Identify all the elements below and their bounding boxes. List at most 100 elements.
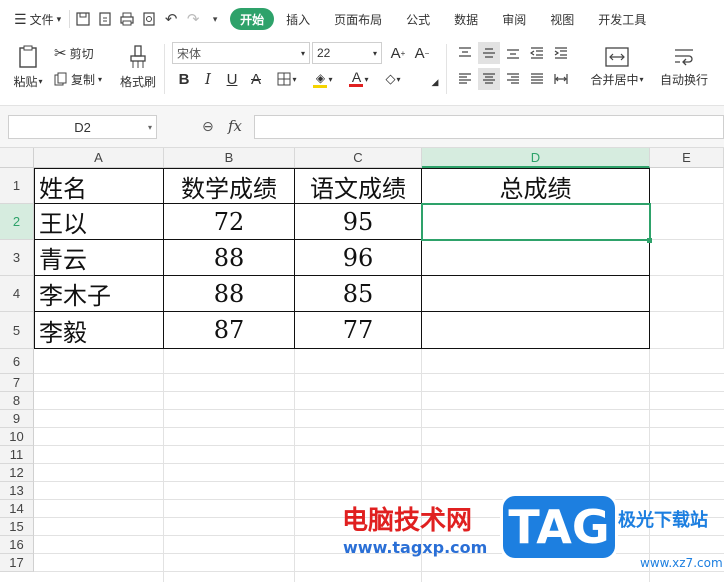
- select-all-corner[interactable]: [0, 148, 34, 168]
- row-header[interactable]: 12: [0, 464, 34, 482]
- row-header[interactable]: 10: [0, 428, 34, 446]
- align-middle-button[interactable]: [478, 42, 500, 64]
- row-header[interactable]: 17: [0, 554, 34, 572]
- row-header[interactable]: 9: [0, 410, 34, 428]
- column-header-e[interactable]: E: [650, 148, 724, 168]
- cell-d4[interactable]: [422, 276, 650, 312]
- row-header[interactable]: 5: [0, 312, 34, 349]
- cell-c5[interactable]: 77: [295, 312, 422, 349]
- quick-access-more-icon[interactable]: ▾: [204, 8, 226, 30]
- row-header[interactable]: 8: [0, 392, 34, 410]
- cell-c2[interactable]: 95: [295, 204, 422, 240]
- cell-b2[interactable]: 72: [164, 204, 295, 240]
- row-header[interactable]: 6: [0, 349, 34, 374]
- tab-data[interactable]: 数据: [442, 8, 490, 30]
- paste-button[interactable]: 粘贴 ▾: [8, 42, 48, 92]
- bold-button[interactable]: B: [174, 68, 194, 90]
- column-header-c[interactable]: C: [295, 148, 422, 168]
- cell-a3[interactable]: 青云: [34, 240, 164, 276]
- name-box[interactable]: D2 ▾: [8, 115, 157, 139]
- fill-handle[interactable]: [647, 238, 652, 243]
- cell-e3[interactable]: [650, 240, 724, 276]
- increase-font-size-button[interactable]: A +: [388, 42, 408, 64]
- tab-formulas[interactable]: 公式: [394, 8, 442, 30]
- fill-color-button[interactable]: ◈ ▾: [306, 68, 340, 90]
- cell-e5[interactable]: [650, 312, 724, 349]
- align-left-button[interactable]: [454, 68, 476, 90]
- row-header[interactable]: 14: [0, 500, 34, 518]
- merge-center-button[interactable]: 合并居中 ▾: [584, 42, 650, 92]
- cell-a2[interactable]: 王以: [34, 204, 164, 240]
- row-header[interactable]: 3: [0, 240, 34, 276]
- tab-page-layout[interactable]: 页面布局: [322, 8, 394, 30]
- column-header-a[interactable]: A: [34, 148, 164, 168]
- borders-button[interactable]: ▾: [272, 68, 302, 90]
- row-header[interactable]: 11: [0, 446, 34, 464]
- redo-icon[interactable]: ↷: [182, 8, 204, 30]
- tab-review[interactable]: 审阅: [490, 8, 538, 30]
- align-center-button[interactable]: [478, 68, 500, 90]
- cell-a5[interactable]: 李毅: [34, 312, 164, 349]
- align-top-button[interactable]: [454, 42, 476, 64]
- cell-d5[interactable]: [422, 312, 650, 349]
- font-settings-launcher[interactable]: ◢: [430, 76, 440, 88]
- row-header[interactable]: 2: [0, 204, 34, 240]
- increase-indent-button[interactable]: [550, 42, 572, 64]
- cell-e1[interactable]: [650, 168, 724, 204]
- font-size-select[interactable]: 22 ▾: [312, 42, 382, 64]
- cut-button[interactable]: ✂ 剪切: [54, 42, 94, 64]
- cell-e2[interactable]: [650, 204, 724, 240]
- row-header[interactable]: 13: [0, 482, 34, 500]
- column-header-b[interactable]: B: [164, 148, 295, 168]
- cell-b4[interactable]: 88: [164, 276, 295, 312]
- align-bottom-button[interactable]: [502, 42, 524, 64]
- clear-format-button[interactable]: ◇ ▾: [378, 68, 408, 90]
- row-header[interactable]: 7: [0, 374, 34, 392]
- column-header-d[interactable]: D: [422, 148, 650, 168]
- wrap-text-button[interactable]: 自动换行: [654, 42, 714, 92]
- fx-button[interactable]: fx: [228, 117, 242, 135]
- italic-button[interactable]: I: [198, 68, 218, 90]
- decrease-indent-button[interactable]: [526, 42, 548, 64]
- strikethrough-button[interactable]: A: [246, 68, 266, 90]
- tab-home[interactable]: 开始: [230, 8, 275, 30]
- cell-d2[interactable]: [422, 204, 650, 240]
- print-icon[interactable]: [116, 8, 138, 30]
- cell-d1[interactable]: 总成绩: [422, 168, 650, 204]
- cell-b5[interactable]: 87: [164, 312, 295, 349]
- tab-developer[interactable]: 开发工具: [586, 8, 658, 30]
- tab-view[interactable]: 视图: [538, 8, 586, 30]
- cell-a1[interactable]: 姓名: [34, 168, 164, 204]
- cell-c4[interactable]: 85: [295, 276, 422, 312]
- font-color-button[interactable]: A ▾: [344, 68, 374, 90]
- format-painter-button[interactable]: 格式刷: [118, 42, 158, 92]
- distributed-align-button[interactable]: [550, 68, 572, 90]
- underline-button[interactable]: U: [222, 68, 242, 90]
- cell-e4[interactable]: [650, 276, 724, 312]
- copy-button[interactable]: 复制 ▾: [54, 68, 102, 90]
- cell-d3[interactable]: [422, 240, 650, 276]
- chevron-down-icon: ▾: [328, 74, 333, 84]
- print-preview-icon[interactable]: [138, 8, 160, 30]
- formula-input[interactable]: [254, 115, 724, 139]
- row-header[interactable]: 15: [0, 518, 34, 536]
- row-header[interactable]: 16: [0, 536, 34, 554]
- file-menu[interactable]: ☰ 文件 ▾: [8, 8, 67, 30]
- undo-icon[interactable]: ↶: [160, 8, 182, 30]
- zoom-formula-icon[interactable]: ⊖: [202, 118, 214, 135]
- export-pdf-icon[interactable]: [94, 8, 116, 30]
- cell-b1[interactable]: 数学成绩: [164, 168, 295, 204]
- cell-b3[interactable]: 88: [164, 240, 295, 276]
- cell-c1[interactable]: 语文成绩: [295, 168, 422, 204]
- tab-insert[interactable]: 插入: [274, 8, 322, 30]
- row-header[interactable]: 4: [0, 276, 34, 312]
- decrease-font-size-button[interactable]: A −: [412, 42, 432, 64]
- align-right-button[interactable]: [502, 68, 524, 90]
- justify-button[interactable]: [526, 68, 548, 90]
- cell-a4[interactable]: 李木子: [34, 276, 164, 312]
- row-header[interactable]: 1: [0, 168, 34, 204]
- cell-c3[interactable]: 96: [295, 240, 422, 276]
- borders-icon: [277, 72, 291, 86]
- font-name-select[interactable]: 宋体 ▾: [172, 42, 310, 64]
- save-icon[interactable]: [72, 8, 94, 30]
